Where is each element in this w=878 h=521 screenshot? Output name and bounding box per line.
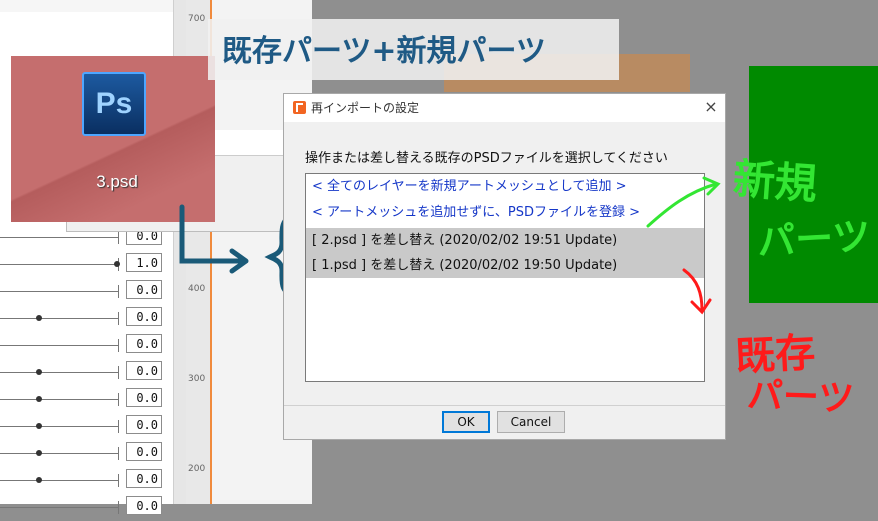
panel-header-strip: [0, 0, 173, 12]
parameter-row[interactable]: 1.0: [0, 251, 173, 278]
slider-end: [118, 474, 119, 487]
cancel-button[interactable]: Cancel: [497, 411, 565, 433]
parameter-value-field[interactable]: 1.0: [126, 253, 162, 272]
slider-track[interactable]: [0, 399, 118, 400]
parameter-row[interactable]: 0.0: [0, 386, 173, 413]
slider-track[interactable]: [0, 345, 118, 346]
parameter-value-field[interactable]: 0.0: [126, 496, 162, 515]
parameter-value-field[interactable]: 0.0: [126, 361, 162, 380]
parameter-row[interactable]: 0.0: [0, 467, 173, 494]
parameter-value-field[interactable]: 0.0: [126, 307, 162, 326]
ok-button[interactable]: OK: [442, 411, 490, 433]
parameter-value-field[interactable]: 0.0: [126, 442, 162, 461]
existing-parts-note-sub: パーツ: [746, 375, 855, 420]
slider-end: [118, 393, 119, 406]
slider-track[interactable]: [0, 453, 118, 454]
psd-filename: 3.psd: [96, 172, 138, 191]
close-icon[interactable]: ×: [702, 97, 720, 116]
parameter-row[interactable]: 0.0: [0, 278, 173, 305]
slider-track[interactable]: [0, 237, 118, 238]
dialog-instruction: 操作または差し替える既存のPSDファイルを選択してください: [305, 151, 668, 166]
parameter-value-field[interactable]: 0.0: [126, 415, 162, 434]
parameter-row[interactable]: 0.0: [0, 494, 173, 521]
new-parts-note-sub: パーツ: [756, 214, 872, 264]
slider-end: [118, 312, 119, 325]
slider-end: [118, 447, 119, 460]
parameter-row[interactable]: 0.0: [0, 440, 173, 467]
ruler-label: 300: [188, 374, 206, 384]
dialog-footer-divider: [284, 405, 725, 406]
ruler-label: 700: [188, 14, 206, 24]
slider-track[interactable]: [0, 480, 118, 481]
slider-end: [118, 231, 119, 244]
new-parts-note: 新規: [731, 154, 819, 209]
dialog-title: 再インポートの設定: [311, 101, 420, 115]
parameter-row[interactable]: 0.0: [0, 359, 173, 386]
parameter-value-field[interactable]: 0.0: [126, 334, 162, 353]
parameter-row[interactable]: 0.0: [0, 305, 173, 332]
slider-track[interactable]: [0, 426, 118, 427]
annotation-arrows-icon: [646, 176, 721, 315]
slider-track[interactable]: [0, 318, 118, 319]
parameter-value-field[interactable]: 0.0: [126, 469, 162, 488]
slider-knob[interactable]: [36, 369, 42, 375]
slider-knob[interactable]: [114, 261, 120, 267]
slider-track[interactable]: [0, 291, 118, 292]
slider-knob[interactable]: [36, 396, 42, 402]
banner-title: 既存パーツ+新規パーツ: [222, 34, 546, 69]
slider-end: [118, 366, 119, 379]
parameter-value-field[interactable]: 0.0: [126, 280, 162, 299]
photoshop-icon-label: Ps: [95, 87, 133, 120]
slider-knob[interactable]: [36, 315, 42, 321]
slider-knob[interactable]: [36, 423, 42, 429]
slider-end: [118, 285, 119, 298]
slider-knob[interactable]: [36, 450, 42, 456]
slider-end: [118, 501, 119, 514]
slider-end: [118, 339, 119, 352]
parameter-row[interactable]: 0.0: [0, 332, 173, 359]
slider-end: [118, 420, 119, 433]
slider-track[interactable]: [0, 264, 118, 265]
parameter-value-field[interactable]: 0.0: [126, 388, 162, 407]
slider-knob[interactable]: [36, 477, 42, 483]
parameter-row[interactable]: 0.0: [0, 413, 173, 440]
slider-track[interactable]: [0, 507, 118, 508]
ruler-label: 200: [188, 464, 206, 474]
app-icon-mark: [296, 103, 303, 112]
slider-track[interactable]: [0, 372, 118, 373]
